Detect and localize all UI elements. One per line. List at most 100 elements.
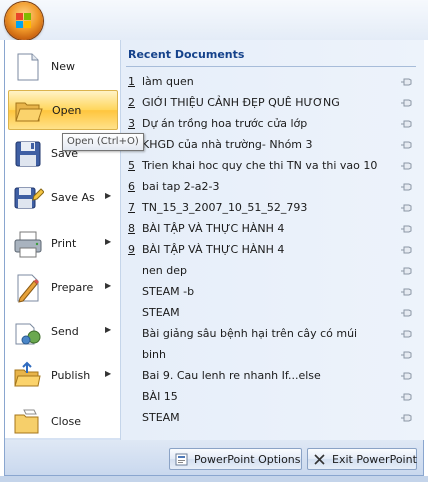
submenu-arrow-icon: ▶ (105, 191, 112, 200)
submenu-arrow-icon: ▶ (105, 369, 112, 378)
pin-icon[interactable] (400, 350, 412, 360)
menu-item-save-as[interactable]: Save As ▶ (8, 178, 118, 218)
pin-icon[interactable] (400, 392, 412, 402)
close-x-icon (314, 454, 325, 465)
recent-document-name: Bài giảng sâu bệnh hại trên cây có múi (142, 327, 358, 340)
pin-icon[interactable] (400, 245, 412, 255)
options-icon (175, 453, 188, 466)
menu-item-label: Send (51, 325, 79, 338)
recent-document-number: 9 (128, 243, 135, 256)
recent-document-name: Dự án trồng hoa trước cửa lớp (142, 117, 308, 130)
menu-item-label: Open (52, 104, 82, 117)
pin-icon[interactable] (400, 119, 412, 129)
recent-document-name: BÀI TẬP VÀ THỰC HÀNH 4 (142, 243, 285, 256)
recent-document-item[interactable]: Bai 9. Cau lenh re nhanh If...else (126, 366, 416, 386)
recent-document-item[interactable]: Bài giảng sâu bệnh hại trên cây có múi (126, 324, 416, 344)
menu-item-label: Publish (51, 369, 91, 382)
recent-document-name: STEAM (142, 306, 180, 319)
submenu-arrow-icon: ▶ (105, 237, 112, 246)
pin-icon[interactable] (400, 98, 412, 108)
recent-document-name: BÀI 15 (142, 390, 178, 403)
recent-document-number: 5 (128, 159, 135, 172)
menu-item-label: Close (51, 415, 81, 428)
powerpoint-options-button[interactable]: PowerPoint Options (169, 448, 302, 470)
recent-document-item[interactable]: 5 Trien khai hoc quy che thi TN va thi va… (126, 156, 416, 176)
submenu-arrow-icon: ▶ (105, 325, 112, 334)
exit-powerpoint-button[interactable]: Exit PowerPoint (307, 448, 417, 470)
open-folder-icon (13, 95, 45, 127)
recent-document-number: 2 (128, 96, 135, 109)
new-document-icon (12, 51, 44, 83)
exit-label: Exit PowerPoint (332, 453, 417, 466)
send-icon (12, 316, 44, 348)
recent-document-item[interactable]: STEAM (126, 408, 416, 428)
office-button[interactable] (5, 2, 43, 40)
recent-document-item[interactable]: 9 BÀI TẬP VÀ THỰC HÀNH 4 (126, 240, 416, 260)
close-folder-icon (12, 406, 44, 438)
recent-documents-title: Recent Documents (128, 48, 245, 61)
menu-item-publish[interactable]: Publish ▶ (8, 356, 118, 396)
pin-icon[interactable] (400, 77, 412, 87)
menu-item-label: Print (51, 237, 77, 250)
pin-icon[interactable] (400, 371, 412, 381)
menu-item-label: New (51, 60, 75, 73)
recent-document-number: 3 (128, 117, 135, 130)
recent-document-name: binh (142, 348, 166, 361)
printer-icon (12, 228, 44, 260)
save-as-icon (12, 182, 45, 214)
open-tooltip: Open (Ctrl+O) (62, 133, 144, 151)
pin-icon[interactable] (400, 224, 412, 234)
recent-document-item[interactable]: 1 làm quen (126, 72, 416, 92)
recent-document-item[interactable]: 6 bai tap 2-a2-3 (126, 177, 416, 197)
menu-item-prepare[interactable]: Prepare ▶ (8, 268, 118, 308)
menu-item-send[interactable]: Send ▶ (8, 312, 118, 352)
submenu-arrow-icon: ▶ (105, 281, 112, 290)
save-disk-icon (12, 138, 44, 170)
recent-document-name: bai tap 2-a2-3 (142, 180, 220, 193)
publish-icon (12, 360, 44, 392)
recent-document-name: làm quen (142, 75, 194, 88)
recent-document-name: STEAM (142, 411, 180, 424)
recent-document-item[interactable]: STEAM (126, 303, 416, 323)
recent-document-number: 6 (128, 180, 135, 193)
pin-icon[interactable] (400, 266, 412, 276)
title-strip (0, 0, 428, 40)
pin-icon[interactable] (400, 182, 412, 192)
divider (126, 66, 416, 67)
pin-icon[interactable] (400, 308, 412, 318)
recent-document-number: 8 (128, 222, 135, 235)
recent-document-name: BÀI TẬP VÀ THỰC HÀNH 4 (142, 222, 285, 235)
recent-document-number: 7 (128, 201, 135, 214)
recent-document-name: STEAM -b (142, 285, 195, 298)
recent-document-item[interactable]: STEAM -b (126, 282, 416, 302)
pin-icon[interactable] (400, 413, 412, 423)
recent-document-item[interactable]: 8 BÀI TẬP VÀ THỰC HÀNH 4 (126, 219, 416, 239)
window-background (0, 476, 428, 482)
recent-document-item[interactable]: 2 GIỚI THIỆU CẢNH ĐẸP QUÊ HƯƠNG (126, 93, 416, 113)
recent-document-name: Bai 9. Cau lenh re nhanh If...else (142, 369, 321, 382)
pin-icon[interactable] (400, 203, 412, 213)
menu-item-close[interactable]: Close (8, 402, 118, 442)
recent-document-item[interactable]: 3 Dự án trồng hoa trước cửa lớp (126, 114, 416, 134)
recent-document-item[interactable]: 4KHGD của nhà trường- Nhóm 3 (126, 135, 416, 155)
menu-item-label: Prepare (51, 281, 94, 294)
recent-document-number: 1 (128, 75, 135, 88)
recent-document-item[interactable]: nen dep (126, 261, 416, 281)
menu-item-label: Save As (51, 191, 95, 204)
recent-document-name: GIỚI THIỆU CẢNH ĐẸP QUÊ HƯƠNG (142, 96, 340, 109)
pin-icon[interactable] (400, 329, 412, 339)
recent-document-name: TN_15_3_2007_10_51_52_793 (142, 201, 308, 214)
recent-document-item[interactable]: binh (126, 345, 416, 365)
office-logo-icon (16, 13, 32, 29)
menu-item-new[interactable]: New (8, 47, 118, 87)
pin-icon[interactable] (400, 140, 412, 150)
pin-icon[interactable] (400, 287, 412, 297)
recent-document-item[interactable]: 7 TN_15_3_2007_10_51_52_793 (126, 198, 416, 218)
menu-item-open[interactable]: Open (8, 90, 118, 130)
recent-document-name: nen dep (142, 264, 187, 277)
recent-document-item[interactable]: BÀI 15 (126, 387, 416, 407)
options-label: PowerPoint Options (194, 453, 301, 466)
pin-icon[interactable] (400, 161, 412, 171)
menu-item-print[interactable]: Print ▶ (8, 224, 118, 264)
recent-document-name: KHGD của nhà trường- Nhóm 3 (142, 138, 313, 151)
